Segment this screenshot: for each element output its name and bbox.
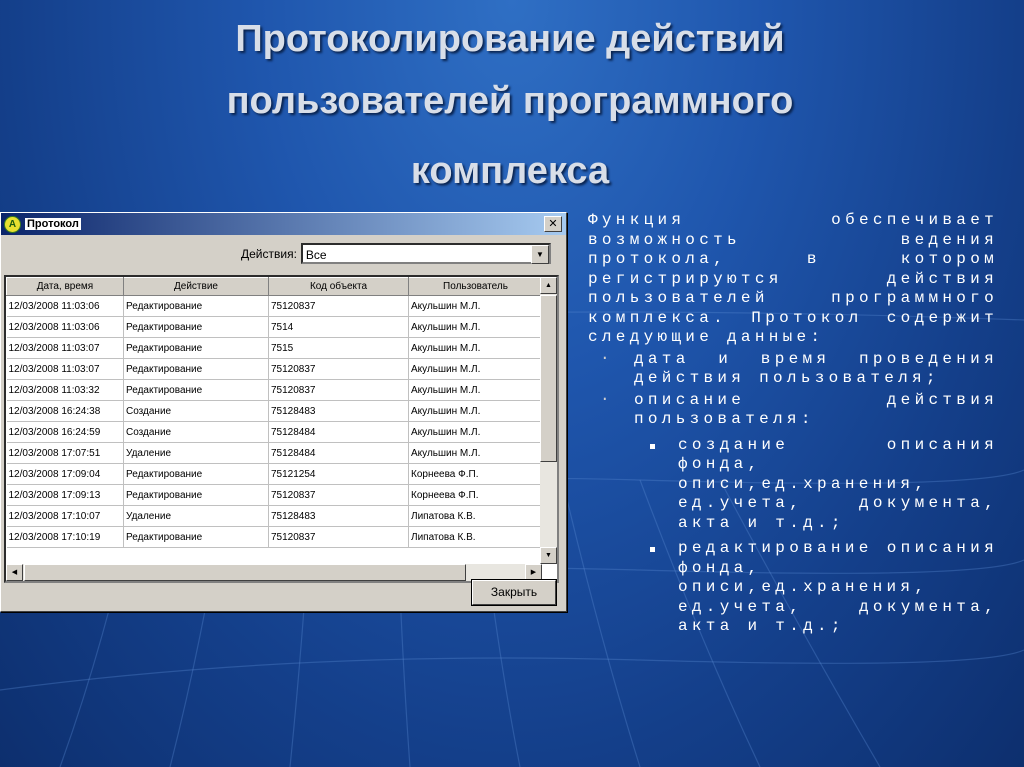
cell-object-code: 75121254 bbox=[268, 463, 409, 485]
cell-datetime: 12/03/2008 17:09:13 bbox=[6, 484, 124, 506]
cell-datetime: 12/03/2008 17:10:19 bbox=[6, 526, 124, 548]
column-header-action[interactable]: Действие bbox=[123, 277, 269, 296]
cell-object-code: 75120837 bbox=[268, 295, 409, 317]
cell-user: Акульшин М.Л. bbox=[408, 442, 543, 464]
description: Функция обеспечивает возможность ведения… bbox=[588, 211, 998, 637]
bullet-action-description: описание действия пользователя: bbox=[588, 390, 998, 430]
cell-user: Липатова К.В. bbox=[408, 526, 543, 548]
cell-datetime: 12/03/2008 16:24:38 bbox=[6, 400, 124, 422]
cell-action: Редактирование bbox=[123, 379, 269, 401]
cell-object-code: 7514 bbox=[268, 316, 409, 338]
table-row[interactable]: 12/03/2008 17:10:19 Редактирование 7512083… bbox=[6, 526, 543, 548]
cell-datetime: 12/03/2008 11:03:07 bbox=[6, 358, 124, 380]
table-row[interactable]: 12/03/2008 17:07:51 Удаление 75128484 Акуль… bbox=[6, 442, 543, 464]
protocol-table: Дата, время Действие Код объекта Пользов… bbox=[4, 275, 559, 583]
horizontal-scroll-thumb[interactable] bbox=[24, 564, 466, 581]
cell-action: Создание bbox=[123, 400, 269, 422]
bullet-datetime: дата и время проведения действия пользов… bbox=[588, 349, 998, 389]
cell-action: Удаление bbox=[123, 505, 269, 527]
app-icon: A bbox=[4, 215, 21, 233]
cell-user: Корнеева Ф.П. bbox=[408, 463, 543, 485]
cell-datetime: 12/03/2008 17:07:51 bbox=[6, 442, 124, 464]
cell-action: Редактирование bbox=[123, 316, 269, 338]
actions-filter: Действия: Все ▼ bbox=[241, 243, 551, 264]
cell-datetime: 12/03/2008 17:09:04 bbox=[6, 463, 124, 485]
cell-user: Акульшин М.Л. bbox=[408, 316, 543, 338]
title-line-2: пользователей программного bbox=[226, 80, 794, 122]
table-row[interactable]: 12/03/2008 11:03:07 Редактирование 7515 Аку… bbox=[6, 337, 543, 359]
scroll-right-icon[interactable]: ▶ bbox=[525, 564, 542, 581]
cell-action: Редактирование bbox=[123, 337, 269, 359]
cell-action: Удаление bbox=[123, 442, 269, 464]
cell-datetime: 12/03/2008 11:03:32 bbox=[6, 379, 124, 401]
sub-bullet-edit: редактирование описания фонда, описи,ед.… bbox=[588, 539, 998, 637]
cell-datetime: 12/03/2008 16:24:59 bbox=[6, 421, 124, 443]
close-icon[interactable]: ✕ bbox=[544, 216, 562, 232]
table-row[interactable]: 12/03/2008 16:24:59 Создание 75128484 Акуль… bbox=[6, 421, 543, 443]
scroll-up-icon[interactable]: ▲ bbox=[540, 277, 557, 294]
cell-object-code: 75128483 bbox=[268, 505, 409, 527]
table-row[interactable]: 12/03/2008 11:03:07 Редактирование 7512083… bbox=[6, 358, 543, 380]
actions-select-value: Все bbox=[305, 248, 327, 262]
table-row[interactable]: 12/03/2008 17:09:13 Редактирование 7512083… bbox=[6, 484, 543, 506]
title-line-3: комплекса bbox=[410, 150, 610, 192]
cell-user: Корнеева Ф.П. bbox=[408, 484, 543, 506]
cell-object-code: 75128484 bbox=[268, 421, 409, 443]
cell-user: Акульшин М.Л. bbox=[408, 421, 543, 443]
close-button[interactable]: Закрыть bbox=[472, 580, 556, 605]
cell-datetime: 12/03/2008 11:03:07 bbox=[6, 337, 124, 359]
cell-datetime: 12/03/2008 11:03:06 bbox=[6, 316, 124, 338]
horizontal-scrollbar[interactable]: ◀ ▶ bbox=[6, 564, 542, 581]
cell-user: Акульшин М.Л. bbox=[408, 400, 543, 422]
chevron-down-icon[interactable]: ▼ bbox=[530, 245, 549, 264]
cell-user: Акульшин М.Л. bbox=[408, 295, 543, 317]
cell-user: Акульшин М.Л. bbox=[408, 379, 543, 401]
title-line-1: Протоколирование действий bbox=[235, 18, 785, 60]
cell-action: Создание bbox=[123, 421, 269, 443]
cell-action: Редактирование bbox=[123, 463, 269, 485]
vertical-scrollbar[interactable]: ▲ ▼ bbox=[540, 277, 557, 564]
column-header-user[interactable]: Пользователь bbox=[408, 277, 543, 296]
window-titlebar[interactable]: A Протокол ✕ bbox=[1, 213, 566, 235]
cell-datetime: 12/03/2008 11:03:06 bbox=[6, 295, 124, 317]
table-row[interactable]: 12/03/2008 11:03:32 Редактирование 7512083… bbox=[6, 379, 543, 401]
cell-action: Редактирование bbox=[123, 358, 269, 380]
cell-object-code: 75120837 bbox=[268, 358, 409, 380]
cell-object-code: 75120837 bbox=[268, 484, 409, 506]
cell-object-code: 75128484 bbox=[268, 442, 409, 464]
cell-object-code: 75120837 bbox=[268, 526, 409, 548]
table-row[interactable]: 12/03/2008 11:03:06 Редактирование 7514 Аку… bbox=[6, 316, 543, 338]
column-header-object-code[interactable]: Код объекта bbox=[268, 277, 409, 296]
intro-paragraph: Функция обеспечивает возможность ведения… bbox=[588, 211, 998, 346]
cell-user: Акульшин М.Л. bbox=[408, 337, 543, 359]
scroll-down-icon[interactable]: ▼ bbox=[540, 547, 557, 564]
cell-user: Липатова К.В. bbox=[408, 505, 543, 527]
table-row[interactable]: 12/03/2008 17:10:07 Удаление 75128483 Липат… bbox=[6, 505, 543, 527]
window-title: Протокол bbox=[25, 218, 81, 230]
cell-object-code: 75128483 bbox=[268, 400, 409, 422]
page-title: Протоколирование действий пользователей … bbox=[60, 8, 960, 202]
table-row[interactable]: 12/03/2008 11:03:06 Редактирование 7512083… bbox=[6, 295, 543, 317]
table-row[interactable]: 12/03/2008 16:24:38 Создание 75128483 Акуль… bbox=[6, 400, 543, 422]
protocol-window: A Протокол ✕ Действия: Все ▼ Дата, время… bbox=[0, 212, 567, 612]
cell-object-code: 7515 bbox=[268, 337, 409, 359]
scroll-left-icon[interactable]: ◀ bbox=[6, 564, 23, 581]
sub-bullet-create: создание описания фонда, описи,ед.хранен… bbox=[588, 436, 998, 534]
cell-datetime: 12/03/2008 17:10:07 bbox=[6, 505, 124, 527]
vertical-scroll-thumb[interactable] bbox=[540, 295, 557, 462]
column-header-datetime[interactable]: Дата, время bbox=[6, 277, 124, 296]
actions-filter-label: Действия: bbox=[241, 246, 297, 261]
cell-object-code: 75120837 bbox=[268, 379, 409, 401]
cell-action: Редактирование bbox=[123, 295, 269, 317]
cell-user: Акульшин М.Л. bbox=[408, 358, 543, 380]
table-header-row: Дата, время Действие Код объекта Пользов… bbox=[6, 277, 543, 296]
actions-select[interactable]: Все ▼ bbox=[300, 243, 551, 264]
table-row[interactable]: 12/03/2008 17:09:04 Редактирование 7512125… bbox=[6, 463, 543, 485]
cell-action: Редактирование bbox=[123, 484, 269, 506]
cell-action: Редактирование bbox=[123, 526, 269, 548]
